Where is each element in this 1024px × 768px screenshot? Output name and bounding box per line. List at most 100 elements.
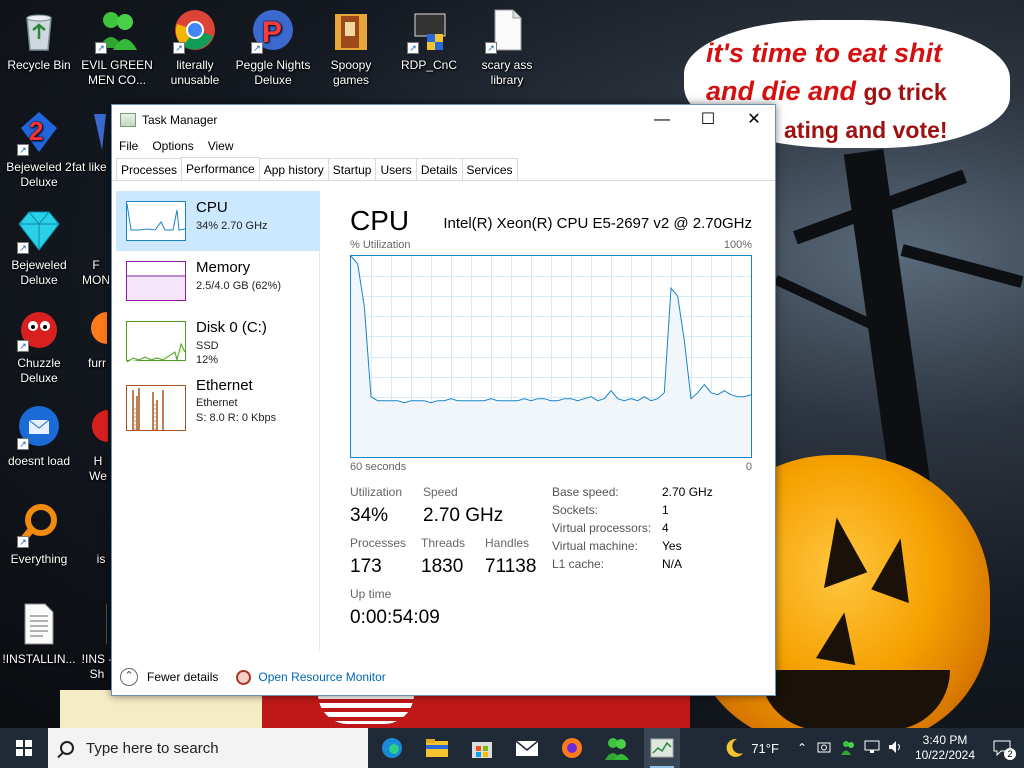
- system-tray: 71°F ⌃ 3:40 PM 10/22/2024 2: [723, 728, 1024, 768]
- desktop-icon-scary-ass-library[interactable]: ↗ scary ass library: [468, 8, 546, 88]
- desktop-icon-peggle[interactable]: P ↗ Peggle Nights Deluxe: [234, 8, 312, 88]
- windows-logo-icon: [16, 740, 32, 756]
- resource-detail: Ethernet: [196, 397, 238, 409]
- taskbar-firefox[interactable]: [554, 728, 590, 768]
- tab-processes[interactable]: Processes: [116, 158, 183, 180]
- shortcut-arrow-icon: ↗: [17, 536, 29, 548]
- tab-startup[interactable]: Startup: [327, 158, 377, 180]
- info-value: 4: [662, 521, 669, 535]
- notification-center-button[interactable]: 2: [980, 728, 1024, 768]
- task-manager-window[interactable]: Task Manager — ☐ ✕ File Options View Pro…: [111, 104, 776, 696]
- tab-services[interactable]: Services: [461, 158, 518, 180]
- menu-file[interactable]: File: [119, 139, 138, 153]
- network-icon[interactable]: [864, 740, 880, 757]
- task-manager-icon: [650, 738, 674, 758]
- taskbar-edge[interactable]: [374, 728, 410, 768]
- fewer-details-button[interactable]: Fewer details: [147, 670, 218, 684]
- utilization-label: Utilization: [350, 485, 403, 499]
- desktop-icon-fat-like[interactable]: fat like: [72, 110, 112, 175]
- tab-app-history[interactable]: App history: [258, 158, 329, 180]
- desktop-icon-bejeweled[interactable]: ↗ Bejeweled Deluxe: [0, 208, 78, 288]
- tab-users[interactable]: Users: [375, 158, 417, 180]
- desktop-icon-rdp-cnc[interactable]: ↗ RDP_CnC: [390, 8, 468, 73]
- desktop-icon-label: RDP_CnC: [400, 58, 457, 72]
- desktop-icon-f-mon[interactable]: F MON: [78, 208, 114, 288]
- camera-icon[interactable]: [817, 740, 831, 757]
- desktop-icon-label: Peggle Nights Deluxe: [235, 58, 311, 87]
- clock-date: 10/22/2024: [914, 748, 976, 762]
- taskbar-evil-green-men[interactable]: [599, 728, 635, 768]
- uptime-value: 0:00:54:09: [350, 607, 440, 628]
- resource-name: Ethernet: [196, 377, 253, 394]
- desktop-icon-evil-green-men[interactable]: ↗ EVIL GREEN MEN CO...: [78, 8, 156, 88]
- info-label: L1 cache:: [552, 557, 605, 571]
- minimize-button[interactable]: —: [639, 105, 685, 135]
- clock-time: 3:40 PM: [922, 733, 968, 747]
- maximize-button[interactable]: ☐: [685, 105, 731, 135]
- desktop-icon-label: !INS - Sh: [81, 652, 113, 681]
- chevron-up-icon[interactable]: ⌃: [120, 668, 138, 686]
- desktop-icon-spoopy-games[interactable]: Spoopy games: [312, 8, 390, 88]
- info-label: Sockets:: [552, 503, 599, 517]
- desktop-icon-chuzzle[interactable]: ↗ Chuzzle Deluxe: [0, 306, 78, 386]
- taskbar-mail[interactable]: [509, 728, 545, 768]
- desktop-icon-label: H We: [89, 454, 107, 483]
- moon-weather-icon: [726, 738, 744, 757]
- resource-list: CPU 34% 2.70 GHz Memory 2.5/4.0 GB (62%)…: [116, 191, 320, 651]
- desktop-icon-installing[interactable]: !INSTALLIN...: [0, 602, 78, 667]
- clock[interactable]: 3:40 PM 10/22/2024: [910, 733, 980, 763]
- start-button[interactable]: [0, 728, 48, 768]
- desktop-icon-everything[interactable]: ↗ Everything: [0, 502, 78, 567]
- resource-monitor-icon: [236, 669, 252, 685]
- shortcut-arrow-icon: ↗: [17, 144, 29, 156]
- graph-x-right-label: 0: [745, 461, 752, 473]
- file-explorer-icon: [426, 739, 448, 757]
- desktop-icon-recycle-bin[interactable]: Recycle Bin: [0, 8, 78, 73]
- resource-disk[interactable]: Disk 0 (C:) SSD 12%: [116, 311, 320, 371]
- shortcut-arrow-icon: ↗: [17, 438, 29, 450]
- chevron-up-icon[interactable]: ⌃: [797, 741, 807, 755]
- taskbar-store[interactable]: [464, 728, 500, 768]
- bejeweled-2-icon: 2 ↗: [17, 110, 61, 156]
- green-men-tray-icon[interactable]: [840, 739, 856, 758]
- tab-bar: Processes Performance App history Startu…: [112, 157, 775, 181]
- desktop-icon-furr[interactable]: furr: [82, 306, 123, 371]
- text-file-icon: [87, 602, 108, 646]
- footer: ⌃ Fewer details Open Resource Monitor: [112, 659, 775, 695]
- wallpaper-tree-branch: [900, 244, 1024, 288]
- resource-ethernet[interactable]: Ethernet Ethernet S: 8.0 R: 0 Kbps: [116, 375, 320, 435]
- resource-detail: 2.5/4.0 GB (62%): [196, 280, 281, 292]
- desktop-icon-label: doesnt load: [7, 454, 71, 468]
- taskbar-task-manager[interactable]: [644, 728, 680, 768]
- tab-performance[interactable]: Performance: [181, 157, 260, 180]
- tab-details[interactable]: Details: [415, 158, 463, 180]
- pumpkin-nose: [815, 608, 865, 666]
- taskbar-file-explorer[interactable]: [419, 728, 455, 768]
- menu-options[interactable]: Options: [152, 139, 193, 153]
- volume-icon[interactable]: [888, 740, 904, 757]
- fat-like-icon: [90, 110, 110, 154]
- resource-detail: SSD: [196, 340, 219, 352]
- close-button[interactable]: ✕: [731, 105, 777, 135]
- notification-count-badge: 2: [1004, 748, 1016, 760]
- search-box[interactable]: Type here to search: [48, 728, 368, 768]
- open-resource-monitor-link[interactable]: Open Resource Monitor: [258, 670, 385, 684]
- weather-temperature[interactable]: 71°F: [751, 741, 779, 756]
- desktop-icon-label: fat like: [72, 160, 107, 174]
- document-icon: ↗: [485, 8, 529, 54]
- resource-memory[interactable]: Memory 2.5/4.0 GB (62%): [116, 251, 320, 311]
- speech-line-part: go trick: [863, 79, 947, 105]
- info-value: 2.70 GHz: [662, 485, 713, 499]
- desktop-icon-doesnt-load[interactable]: ↗ doesnt load: [0, 404, 78, 469]
- resource-detail: 12%: [196, 354, 219, 366]
- desktop-icon-ins-sh[interactable]: !INS - Sh: [80, 602, 114, 682]
- utilization-value: 34%: [350, 505, 389, 526]
- menu-view[interactable]: View: [208, 139, 234, 153]
- peggle-icon: P ↗: [251, 8, 295, 54]
- desktop-icon-h-we[interactable]: H We: [84, 404, 124, 484]
- desktop-icon-bejeweled-2[interactable]: 2 ↗ Bejeweled 2 Deluxe: [0, 110, 78, 190]
- resource-cpu[interactable]: CPU 34% 2.70 GHz: [116, 191, 320, 251]
- resource-detail: 34% 2.70 GHz: [196, 220, 268, 232]
- desktop-icon-chrome[interactable]: ↗ literally unusable: [156, 8, 234, 88]
- svg-text:2: 2: [29, 116, 43, 146]
